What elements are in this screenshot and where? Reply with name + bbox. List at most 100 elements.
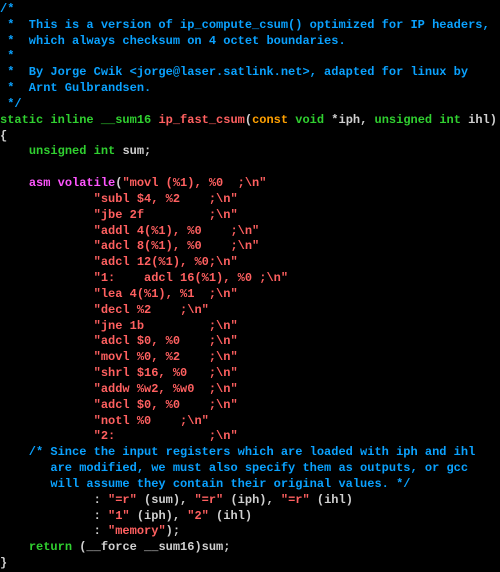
code-token: ip_fast_csum — [158, 113, 244, 127]
code-token: * This is a version of ip_compute_csum()… — [0, 18, 490, 32]
code-token: asm volatile — [29, 176, 115, 190]
code-token: will assume they contain their original … — [0, 477, 410, 491]
code-token: : — [0, 509, 108, 523]
code-token: unsigned int — [375, 113, 469, 127]
code-token: ); — [166, 524, 180, 538]
code-line: /* Since the input registers which are l… — [0, 445, 500, 461]
code-line: asm volatile("movl (%1), %0 ;\n" — [0, 176, 500, 192]
code-token — [0, 382, 94, 396]
code-token — [0, 334, 94, 348]
code-block: /* * This is a version of ip_compute_csu… — [0, 0, 500, 572]
code-line: * which always checksum on 4 octet bound… — [0, 34, 500, 50]
code-token: "=r" — [281, 493, 310, 507]
code-line: * Arnt Gulbrandsen. — [0, 81, 500, 97]
code-token: "movl %0, %2 ;\n" — [94, 350, 238, 364]
code-line: "decl %2 ;\n" — [0, 303, 500, 319]
code-token — [0, 303, 94, 317]
code-token: "adcl $0, %0 ;\n" — [94, 334, 238, 348]
code-line: { — [0, 129, 500, 145]
code-token: "lea 4(%1), %1 ;\n" — [94, 287, 238, 301]
code-token — [0, 255, 94, 269]
code-token: : — [0, 493, 108, 507]
code-token: { — [0, 129, 7, 143]
code-line: "2: ;\n" — [0, 429, 500, 445]
code-token — [0, 366, 94, 380]
code-token: /* — [0, 2, 14, 16]
code-token: "=r" — [194, 493, 223, 507]
code-line: return (__force __sum16)sum; — [0, 540, 500, 556]
code-token: sum; — [122, 144, 151, 158]
code-token — [0, 144, 29, 158]
code-line: : "memory"); — [0, 524, 500, 540]
code-token: "1: adcl 16(%1), %0 ;\n" — [94, 271, 288, 285]
code-line: "shrl $16, %0 ;\n" — [0, 366, 500, 382]
code-line: are modified, we must also specify them … — [0, 461, 500, 477]
code-line: static inline __sum16 ip_fast_csum(const… — [0, 113, 500, 129]
code-line: "movl %0, %2 ;\n" — [0, 350, 500, 366]
code-token: "2" — [187, 509, 209, 523]
code-token: "adcl $0, %0 ;\n" — [94, 398, 238, 412]
code-line: "adcl 8(%1), %0 ;\n" — [0, 239, 500, 255]
code-token: "decl %2 ;\n" — [94, 303, 209, 317]
code-token: "2: ;\n" — [94, 429, 238, 443]
code-token: "memory" — [108, 524, 166, 538]
code-line: : "1" (iph), "2" (ihl) — [0, 509, 500, 525]
code-line: * This is a version of ip_compute_csum()… — [0, 18, 500, 34]
code-token: "addl 4(%1), %0 ;\n" — [94, 224, 260, 238]
code-token — [0, 287, 94, 301]
code-token — [0, 208, 94, 222]
code-line — [0, 160, 500, 176]
code-token: "movl (%1), %0 ;\n" — [122, 176, 266, 190]
code-token — [0, 350, 94, 364]
code-token: "=r" — [108, 493, 137, 507]
code-line: "1: adcl 16(%1), %0 ;\n" — [0, 271, 500, 287]
code-token: ihl) — [468, 113, 497, 127]
code-token: const — [252, 113, 295, 127]
code-token: (sum), — [137, 493, 195, 507]
code-token: : — [0, 524, 108, 538]
code-token: "subl $4, %2 ;\n" — [94, 192, 238, 206]
code-line: "jbe 2f ;\n" — [0, 208, 500, 224]
code-line: /* — [0, 2, 500, 18]
code-token: * — [0, 49, 14, 63]
code-line: */ — [0, 97, 500, 113]
code-line: : "=r" (sum), "=r" (iph), "=r" (ihl) — [0, 493, 500, 509]
code-token — [0, 414, 94, 428]
code-token: * Arnt Gulbrandsen. — [0, 81, 151, 95]
code-token: (ihl) — [310, 493, 353, 507]
code-token: "shrl $16, %0 ;\n" — [94, 366, 238, 380]
code-token — [0, 192, 94, 206]
code-token: } — [0, 556, 7, 570]
code-line: unsigned int sum; — [0, 144, 500, 160]
code-line: * — [0, 49, 500, 65]
code-token — [0, 239, 94, 253]
code-token — [0, 271, 94, 285]
code-token: are modified, we must also specify them … — [0, 461, 468, 475]
code-line: "adcl $0, %0 ;\n" — [0, 334, 500, 350]
code-line: "subl $4, %2 ;\n" — [0, 192, 500, 208]
code-token: (iph), — [223, 493, 281, 507]
code-token — [0, 398, 94, 412]
code-token — [0, 319, 94, 333]
code-token: static inline — [0, 113, 101, 127]
code-token: "jne 1b ;\n" — [94, 319, 238, 333]
code-token — [0, 540, 29, 554]
code-line: "adcl 12(%1), %0;\n" — [0, 255, 500, 271]
code-line: } — [0, 556, 500, 572]
code-token: ( — [245, 113, 252, 127]
code-line: "lea 4(%1), %1 ;\n" — [0, 287, 500, 303]
code-line: "adcl $0, %0 ;\n" — [0, 398, 500, 414]
code-token: (__force __sum16)sum; — [79, 540, 230, 554]
code-token: "adcl 12(%1), %0;\n" — [94, 255, 238, 269]
code-token: __sum16 — [101, 113, 159, 127]
code-line: "jne 1b ;\n" — [0, 319, 500, 335]
code-line: will assume they contain their original … — [0, 477, 500, 493]
code-token: (ihl) — [209, 509, 252, 523]
code-token: "addw %w2, %w0 ;\n" — [94, 382, 238, 396]
code-line: "addl 4(%1), %0 ;\n" — [0, 224, 500, 240]
code-token: * which always checksum on 4 octet bound… — [0, 34, 346, 48]
code-token: /* Since the input registers which are l… — [0, 445, 475, 459]
code-token: (iph), — [130, 509, 188, 523]
code-line: * By Jorge Cwik <jorge@laser.satlink.net… — [0, 65, 500, 81]
code-token: "notl %0 ;\n" — [94, 414, 209, 428]
